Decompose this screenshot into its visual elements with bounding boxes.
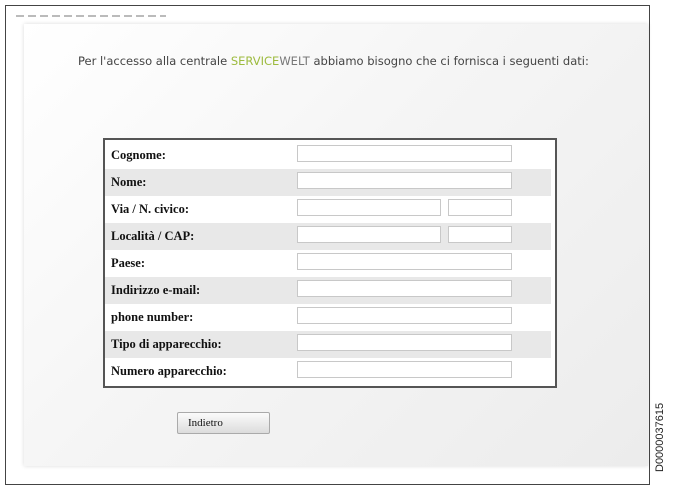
back-button[interactable]: Indietro [177,412,270,434]
row-email: Indirizzo e-mail: [105,277,551,304]
device-type-label: Tipo di apparecchio: [111,337,222,351]
device-type-input[interactable] [297,334,512,351]
row-device-type: Tipo di apparecchio: [105,331,551,358]
city-input[interactable] [297,226,441,243]
intro-text: Per l'accesso alla centrale SERVICEWELT … [78,54,618,68]
name-input[interactable] [297,172,512,189]
email-input[interactable] [297,280,512,297]
device-number-label: Numero apparecchio: [111,364,227,378]
phone-input[interactable] [297,307,512,324]
document-id: D0000037615 [654,402,666,472]
postcode-input[interactable] [448,226,512,243]
row-street: Via / N. civico: [105,196,551,223]
intro-suffix: abbiamo bisogno che ci fornisca i seguen… [309,54,589,68]
brand-service: SERVICE [230,54,280,68]
brand-welt: WELT [279,54,310,68]
row-country: Paese: [105,250,551,277]
row-name: Nome: [105,169,551,196]
country-label: Paese: [111,256,146,270]
city-label: Località / CAP: [111,229,195,243]
row-device-number: Numero apparecchio: [105,358,551,385]
street-input[interactable] [297,199,441,216]
customer-data-form: Cognome: Nome: Via / N. civico: Località… [103,138,557,388]
row-phone: phone number: [105,304,551,331]
phone-label: phone number: [111,310,194,324]
street-label: Via / N. civico: [111,202,189,216]
row-surname: Cognome: [105,142,551,169]
top-dotted-line [16,15,166,17]
intro-prefix: Per l'accesso alla centrale [78,54,231,68]
house-number-input[interactable] [448,199,512,216]
country-input[interactable] [297,253,512,270]
email-label: Indirizzo e-mail: [111,283,201,297]
device-number-input[interactable] [297,361,512,378]
surname-label: Cognome: [111,148,166,162]
row-city: Località / CAP: [105,223,551,250]
name-label: Nome: [111,175,147,189]
surname-input[interactable] [297,145,512,162]
